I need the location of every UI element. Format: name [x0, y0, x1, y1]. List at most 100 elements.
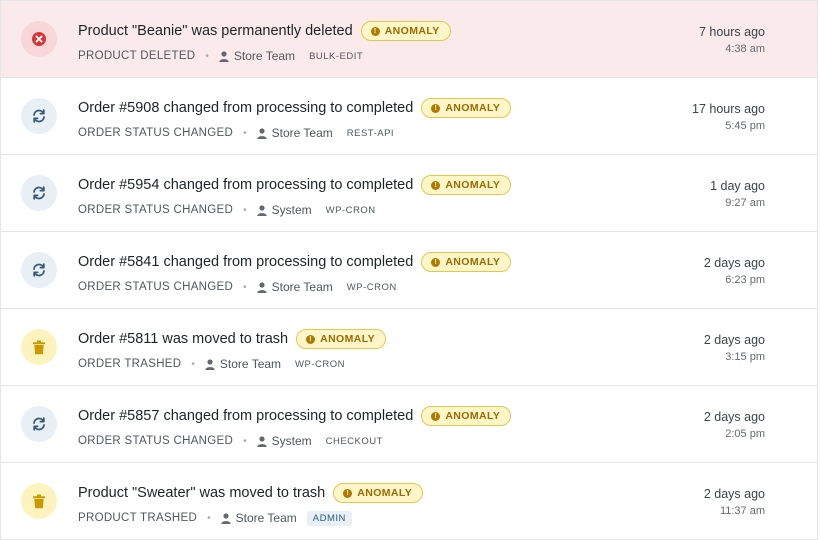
activity-row[interactable]: Order #5811 was moved to trash ! ANOMALY … — [1, 309, 817, 386]
anomaly-badge-label: ANOMALY — [445, 179, 501, 191]
event-source: WP-CRON — [295, 358, 345, 370]
event-relative-time: 2 days ago — [703, 256, 765, 270]
event-user-name: Store Team — [235, 511, 297, 525]
activity-row[interactable]: Order #5908 changed from processing to c… — [1, 78, 817, 155]
anomaly-badge-label: ANOMALY — [320, 333, 376, 345]
event-type: PRODUCT DELETED — [78, 50, 196, 62]
alert-icon: ! — [431, 180, 441, 190]
alert-icon: ! — [431, 411, 441, 421]
anomaly-badge: ! ANOMALY — [333, 483, 424, 503]
user-icon — [256, 435, 267, 447]
anomaly-badge: ! ANOMALY — [360, 21, 451, 41]
alert-icon: ! — [370, 26, 380, 36]
event-user: System — [256, 434, 312, 448]
event-user: System — [256, 203, 312, 217]
event-type: ORDER STATUS CHANGED — [78, 127, 234, 139]
event-user: Store Team — [205, 357, 281, 371]
anomaly-badge: ! ANOMALY — [421, 252, 512, 272]
event-user-name: Store Team — [233, 49, 296, 63]
separator-dot: • — [205, 50, 209, 62]
separator-dot: • — [243, 204, 247, 216]
event-user-name: Store Team — [271, 126, 333, 140]
activity-row[interactable]: Order #5857 changed from processing to c… — [1, 386, 817, 463]
event-user: Store Team — [256, 126, 333, 140]
user-icon — [219, 50, 229, 62]
event-title: Order #5908 changed from processing to c… — [78, 100, 414, 116]
event-title: Product "Beanie" was permanently deleted — [78, 23, 353, 39]
anomaly-badge-label: ANOMALY — [357, 487, 413, 499]
event-relative-time: 1 day ago — [710, 179, 765, 193]
event-source: ADMIN — [306, 510, 352, 526]
trash-event-icon-badge — [21, 483, 57, 519]
activity-row[interactable]: Order #5954 changed from processing to c… — [1, 155, 817, 232]
event-time: 4:38 am — [725, 43, 765, 55]
alert-icon: ! — [343, 488, 353, 498]
status-event-icon-badge — [21, 252, 57, 288]
event-user-name: System — [271, 434, 312, 448]
anomaly-badge: ! ANOMALY — [421, 406, 512, 426]
activity-row[interactable]: Product "Beanie" was permanently deleted… — [1, 1, 817, 78]
status-event-icon-badge — [21, 175, 57, 211]
event-title: Order #5954 changed from processing to c… — [78, 177, 414, 193]
user-icon — [256, 127, 267, 139]
event-type: ORDER STATUS CHANGED — [78, 281, 234, 293]
event-user-name: System — [271, 203, 312, 217]
event-time: 5:45 pm — [725, 120, 765, 132]
anomaly-badge: ! ANOMALY — [296, 329, 387, 349]
event-user-name: Store Team — [271, 280, 333, 294]
event-title: Order #5841 changed from processing to c… — [78, 254, 414, 270]
user-icon — [256, 281, 267, 293]
separator-dot: • — [243, 281, 247, 293]
event-time: 6:23 pm — [725, 274, 765, 286]
status-event-icon-badge — [21, 406, 57, 442]
event-relative-time: 2 days ago — [703, 410, 765, 424]
event-user: Store Team — [256, 280, 333, 294]
user-icon — [220, 512, 231, 524]
event-time: 3:15 pm — [725, 351, 765, 363]
anomaly-badge-label: ANOMALY — [384, 25, 440, 37]
anomaly-badge-label: ANOMALY — [445, 256, 501, 268]
event-time: 11:37 am — [719, 505, 765, 517]
event-source: CHECKOUT — [325, 435, 383, 447]
event-type: ORDER STATUS CHANGED — [78, 435, 234, 447]
activity-log-list: Product "Beanie" was permanently deleted… — [0, 0, 818, 540]
activity-row[interactable]: Product "Sweater" was moved to trash ! AN… — [1, 463, 817, 540]
anomaly-badge-label: ANOMALY — [445, 410, 501, 422]
alert-icon: ! — [431, 103, 441, 113]
event-type: ORDER STATUS CHANGED — [78, 204, 234, 216]
alert-icon: ! — [431, 257, 441, 267]
event-title: Order #5811 was moved to trash — [78, 331, 289, 347]
separator-dot: • — [191, 358, 195, 370]
event-user: Store Team — [220, 511, 297, 525]
activity-row[interactable]: Order #5841 changed from processing to c… — [1, 232, 817, 309]
event-type: PRODUCT TRASHED — [78, 512, 198, 524]
separator-dot: • — [243, 435, 247, 447]
event-relative-time: 7 hours ago — [698, 25, 765, 39]
event-type: ORDER TRASHED — [78, 358, 182, 370]
event-user-name: Store Team — [219, 357, 282, 371]
refresh-icon — [33, 109, 45, 123]
event-relative-time: 17 hours ago — [692, 102, 765, 116]
event-time: 9:27 am — [725, 197, 765, 209]
event-relative-time: 2 days ago — [703, 333, 765, 347]
refresh-icon — [33, 186, 45, 200]
trash-icon — [33, 340, 45, 354]
event-title: Product "Sweater" was moved to trash — [78, 485, 326, 501]
event-relative-time: 2 days ago — [703, 487, 765, 501]
anomaly-badge: ! ANOMALY — [421, 175, 512, 195]
anomaly-badge: ! ANOMALY — [421, 98, 512, 118]
event-source: REST-API — [346, 127, 395, 139]
user-icon — [205, 358, 215, 370]
user-icon — [256, 204, 267, 216]
event-title: Order #5857 changed from processing to c… — [78, 408, 414, 424]
event-source: WP-CRON — [346, 281, 397, 293]
status-event-icon-badge — [21, 98, 57, 134]
event-source: BULK-EDIT — [309, 50, 364, 62]
alert-icon: ! — [306, 334, 316, 344]
refresh-icon — [33, 417, 45, 431]
delete-event-icon-badge — [21, 21, 57, 57]
event-user: Store Team — [219, 49, 295, 63]
anomaly-badge-label: ANOMALY — [445, 102, 501, 114]
event-time: 2:05 pm — [725, 428, 765, 440]
close-icon — [32, 32, 46, 46]
